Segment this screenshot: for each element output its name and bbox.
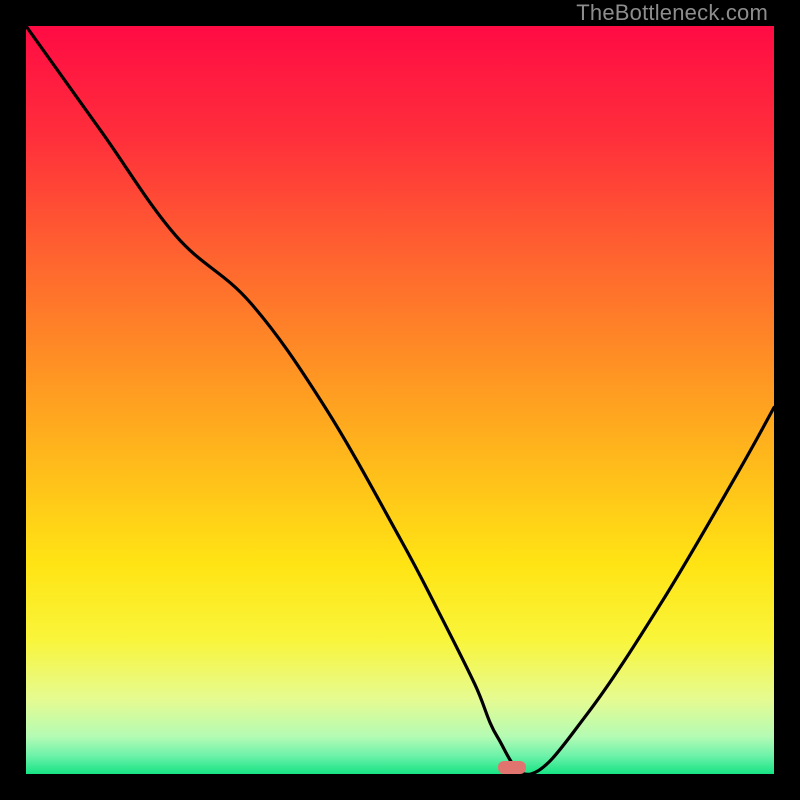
- plot-area: [26, 26, 774, 774]
- curve-layer: [26, 26, 774, 774]
- watermark-text: TheBottleneck.com: [576, 0, 768, 26]
- optimal-marker: [498, 761, 526, 774]
- chart-frame: TheBottleneck.com: [0, 0, 800, 800]
- bottleneck-curve: [26, 26, 774, 774]
